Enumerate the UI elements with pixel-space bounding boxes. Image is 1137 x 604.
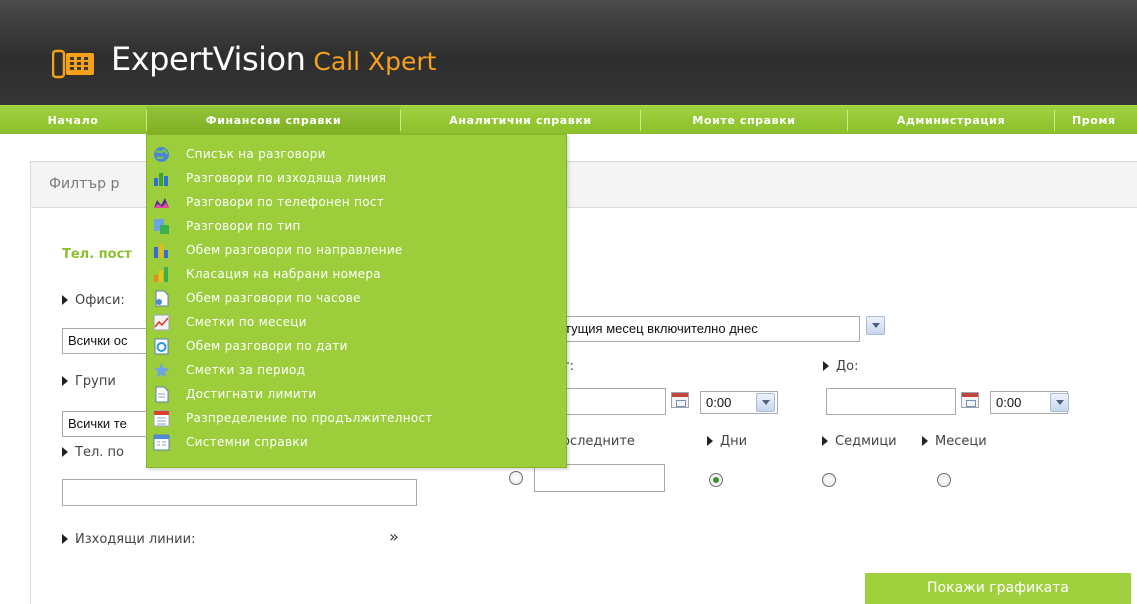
weeks-label: Седмици [822, 434, 897, 449]
to-date-input[interactable] [826, 388, 956, 415]
from-date-input[interactable] [560, 388, 666, 415]
menu-item-label: Достигнати лимити [186, 387, 317, 401]
nav-changes[interactable]: Промя [1055, 106, 1137, 135]
menu-item-monthly-bills[interactable]: Сметки по месеци [147, 311, 566, 335]
menu-item-dialed-ranking[interactable]: Класация на набрани номера [147, 263, 566, 287]
refresh-doc-icon [154, 338, 169, 355]
menu-item-duration-distribution[interactable]: Разпределение по продължителност [147, 407, 566, 431]
financial-reports-menu: Списък на разговори Разговори по изходящ… [146, 134, 567, 468]
document-icon [155, 290, 169, 307]
menu-item-volume-hours[interactable]: Обем разговори по часове [147, 287, 566, 311]
window-icon [153, 434, 170, 451]
app-window: ExpertVision Call Xpert Начало Финансови … [0, 0, 1137, 604]
menu-item-label: Обем разговори по дати [186, 339, 348, 353]
period-dropdown-button[interactable] [866, 316, 885, 335]
weeks-radio[interactable] [822, 473, 836, 487]
menu-item-phone-post[interactable]: Разговори по телефонен пост [147, 191, 566, 215]
phone-post-section-title: Тел. пост [62, 247, 132, 262]
menu-item-volume-dates[interactable]: Обем разговори по дати [147, 335, 566, 359]
puzzle-icon [154, 219, 169, 234]
arrow-right-icon [822, 436, 828, 446]
menu-item-label: Системни справки [186, 435, 308, 449]
arrow-right-icon [922, 436, 928, 446]
nav-my-reports[interactable]: Моите справки [641, 106, 847, 135]
menu-item-label: Разговори по изходяща линия [186, 171, 387, 185]
star-icon [154, 363, 169, 378]
menu-item-outgoing-line[interactable]: Разговори по изходяща линия [147, 167, 566, 191]
days-radio[interactable] [709, 473, 723, 487]
menu-item-label: Обем разговори по направление [186, 243, 403, 257]
line-chart-icon [153, 314, 170, 331]
calendar-icon [153, 410, 170, 427]
last-count-input[interactable] [534, 464, 665, 492]
menu-item-label: Сметки по месеци [186, 315, 307, 329]
calendar-icon[interactable] [961, 392, 979, 408]
show-chart-button[interactable]: Покажи графиката [865, 573, 1131, 604]
product-name: Call Xpert [313, 47, 437, 76]
menu-item-period-bills[interactable]: Сметки за период [147, 359, 566, 383]
nav-home[interactable]: Начало [0, 106, 146, 135]
ranking-chart-icon [154, 267, 168, 282]
arrow-right-icon [823, 361, 829, 371]
arrow-right-icon [707, 436, 713, 446]
menu-item-label: Разпределение по продължителност [186, 411, 433, 425]
menu-item-label: Сметки за период [186, 363, 306, 377]
menu-item-label: Обем разговори по часове [186, 291, 361, 305]
menu-item-label: Разговори по телефонен пост [186, 195, 385, 209]
arrow-right-icon [62, 295, 68, 305]
to-label: До: [823, 359, 859, 374]
brand-name: ExpertVision [111, 40, 306, 78]
app-header: ExpertVision Call Xpert [0, 0, 1137, 105]
menu-item-limits-reached[interactable]: Достигнати лимити [147, 383, 566, 407]
menu-item-label: Списък на разговори [186, 147, 326, 161]
to-time-dropdown-button[interactable] [1050, 393, 1069, 412]
arrow-right-icon [62, 376, 68, 386]
menu-item-calls-list[interactable]: Списък на разговори [147, 143, 566, 167]
phone-input[interactable] [62, 479, 417, 506]
outgoing-lines-label: Изходящи линии: [62, 532, 195, 547]
nav-financial-reports[interactable]: Финансови справки [147, 106, 400, 135]
globe-icon [154, 147, 169, 162]
nav-administration[interactable]: Администрация [848, 106, 1054, 135]
menu-item-label: Разговори по тип [186, 219, 301, 233]
days-label: Дни [707, 434, 747, 449]
months-radio[interactable] [937, 473, 951, 487]
last-label: оследните [562, 434, 635, 449]
document-icon [155, 386, 169, 403]
phone-label: Тел. по [62, 445, 124, 460]
menu-item-system-reports[interactable]: Системни справки [147, 431, 566, 455]
main-nav: Начало Финансови справки Аналитични спра… [0, 105, 1137, 135]
nav-analytical-reports[interactable]: Аналитични справки [401, 106, 640, 135]
calendar-icon[interactable] [671, 392, 689, 408]
period-select[interactable]: тущия месец включително днес [560, 316, 860, 342]
groups-label: Групи [62, 374, 116, 389]
expand-chevron-icon[interactable]: » [389, 527, 399, 546]
phone-logo-icon [52, 49, 94, 79]
area-chart-icon [154, 198, 169, 208]
menu-item-call-type[interactable]: Разговори по тип [147, 215, 566, 239]
arrow-right-icon [62, 534, 68, 544]
offices-label: Офиси: [62, 293, 125, 308]
column-chart-icon [154, 244, 168, 258]
from-time-dropdown-button[interactable] [756, 393, 775, 412]
filter-panel-title: Филтър р [49, 176, 120, 192]
menu-item-volume-direction[interactable]: Обем разговори по направление [147, 239, 566, 263]
app-logo: ExpertVision Call Xpert [111, 40, 436, 78]
months-label: Месеци [922, 434, 987, 449]
arrow-right-icon [62, 447, 68, 457]
menu-item-label: Класация на набрани номера [186, 267, 381, 281]
bar-chart-icon [154, 173, 168, 186]
last-radio[interactable] [509, 471, 523, 485]
